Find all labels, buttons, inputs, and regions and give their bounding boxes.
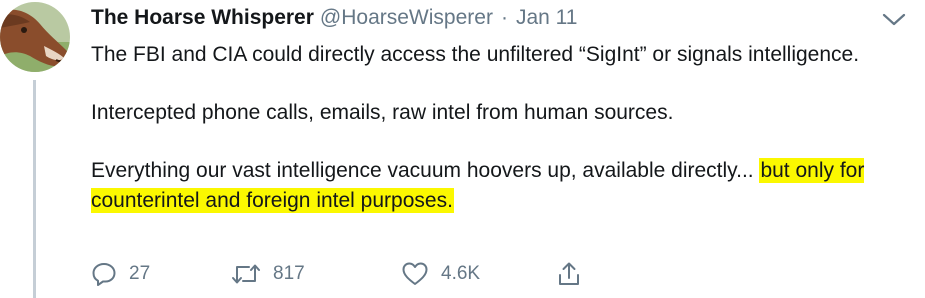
reply-icon [92,263,116,286]
author-name[interactable]: The Hoarse Whisperer [91,6,314,30]
reply-count: 27 [129,263,151,284]
tweet[interactable]: The Hoarse Whisperer @HoarseWisperer · J… [0,0,925,298]
share-button[interactable] [557,261,581,287]
chevron-down-icon[interactable] [882,13,906,27]
heart-icon [402,262,428,285]
tweet-date[interactable]: Jan 11 [516,6,578,30]
separator-dot: · [500,6,508,29]
horse-avatar-image [0,2,70,72]
retweet-icon [232,264,260,284]
tweet-header: The Hoarse Whisperer @HoarseWisperer · J… [91,6,577,36]
tweet-actions: 27 817 4.6K [91,261,611,293]
author-handle[interactable]: @HoarseWisperer [320,6,493,30]
retweet-count: 817 [273,263,305,284]
tweet-paragraph: Everything our vast intelligence vacuum … [91,156,911,216]
thread-line [33,80,36,298]
tweet-paragraph-plain: Everything our vast intelligence vacuum … [91,159,760,182]
tweet-paragraph: Intercepted phone calls, emails, raw int… [91,101,674,124]
like-button[interactable]: 4.6K [401,261,480,287]
author-avatar[interactable] [0,2,70,72]
retweet-button[interactable]: 817 [231,261,305,287]
tweet-paragraph: The FBI and CIA could directly access th… [91,43,860,66]
share-icon [559,262,579,285]
reply-button[interactable]: 27 [91,261,150,287]
tweet-text: The FBI and CIA could directly access th… [91,40,911,216]
like-count: 4.6K [441,263,481,284]
